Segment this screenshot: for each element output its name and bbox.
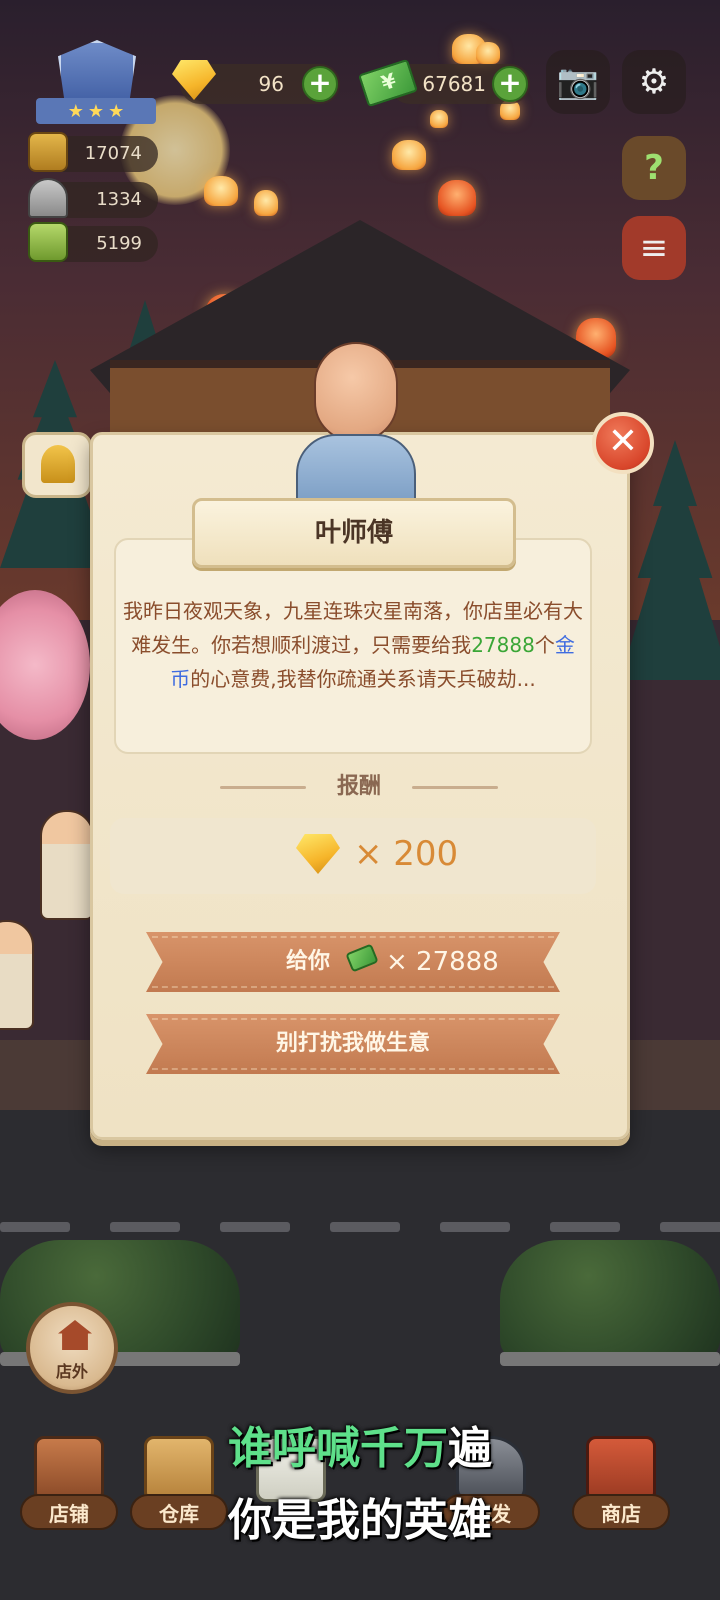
reward-box xyxy=(110,818,596,894)
menu-book-icon: ≡ xyxy=(639,228,669,268)
sky-lantern xyxy=(204,176,238,206)
add-gems-button[interactable]: + xyxy=(302,66,338,102)
sky-lantern xyxy=(476,42,500,64)
camera-button[interactable]: 📷 xyxy=(546,50,610,114)
npc-name: 叶师傅 xyxy=(314,518,393,548)
dismiss-button[interactable]: 别打扰我做生意 xyxy=(146,1014,560,1074)
road-marking xyxy=(550,1222,620,1232)
reward-amount: × 200 xyxy=(354,834,459,874)
dish-count: 1334 xyxy=(96,189,142,210)
road-marking xyxy=(660,1222,720,1232)
reward-header: 报酬 xyxy=(220,770,498,804)
gold-ingot-icon xyxy=(28,132,68,172)
rank-stars: ★ ★ ★ xyxy=(36,98,156,124)
outside-view-button[interactable]: 店外 xyxy=(26,1302,118,1394)
pay-amount: × 27888 xyxy=(386,947,499,977)
recipe-book-icon xyxy=(28,222,68,262)
message-text: 的心意费,我替你疏通关系请天兵破劫... xyxy=(190,667,536,691)
star-icon: ★ xyxy=(87,100,105,122)
road-marking xyxy=(330,1222,400,1232)
dismiss-label: 别打扰我做生意 xyxy=(275,1031,430,1056)
subtitle-highlight: 谁呼喊千万 xyxy=(228,1423,448,1474)
close-icon: ✕ xyxy=(607,421,639,462)
dish-counter: 1334 xyxy=(28,178,158,218)
message-text: 个 xyxy=(534,633,555,657)
menu-book-button[interactable]: ≡ xyxy=(622,216,686,280)
subtitle-line-2: 你是我的英雄 xyxy=(228,1495,492,1546)
npc-body xyxy=(296,434,416,502)
recipe-count: 5199 xyxy=(96,233,142,254)
cloche-icon xyxy=(28,178,68,218)
message-amount: 27888 xyxy=(471,633,535,657)
customer-npc[interactable] xyxy=(0,920,34,1030)
settings-button[interactable]: ⚙ xyxy=(622,50,686,114)
bell-icon[interactable] xyxy=(22,432,92,498)
restaurant-rank-badge[interactable]: ★ ★ ★ xyxy=(36,40,156,126)
help-book-icon: ? xyxy=(644,148,664,188)
road-marking xyxy=(440,1222,510,1232)
cash-count: 67681 xyxy=(422,72,486,96)
road-marking xyxy=(110,1222,180,1232)
add-cash-button[interactable]: + xyxy=(492,66,528,102)
gold-ingot-count: 17074 xyxy=(84,143,142,164)
npc-head xyxy=(314,342,398,442)
close-button[interactable]: ✕ xyxy=(592,412,654,474)
dialog-message: 我昨日夜观天象，九星连珠灾星南落，你店里必有大难发生。你若想顺利渡过，只需要给我… xyxy=(122,594,584,696)
hedge-bush xyxy=(500,1240,720,1360)
pay-button[interactable]: 给你 × 27888 xyxy=(146,932,560,992)
hedge-planter xyxy=(500,1352,720,1366)
recipe-counter: 5199 xyxy=(28,222,158,262)
subtitle-rest: 遍 xyxy=(448,1423,492,1474)
house-icon xyxy=(58,1320,92,1350)
gear-icon: ⚙ xyxy=(638,62,670,102)
sky-lantern xyxy=(430,110,448,128)
npc-name-banner: 叶师傅 xyxy=(192,498,516,568)
customer-npc[interactable] xyxy=(40,810,94,920)
sky-lantern xyxy=(254,190,278,216)
star-icon: ★ xyxy=(67,100,84,122)
gem-count: 96 xyxy=(258,72,284,96)
outside-label: 店外 xyxy=(55,1362,88,1381)
help-button[interactable]: ? xyxy=(622,136,686,200)
sky-lantern xyxy=(392,140,426,170)
npc-portrait xyxy=(296,342,416,502)
road-marking xyxy=(0,1222,70,1232)
star-icon: ★ xyxy=(108,100,125,122)
camera-icon: 📷 xyxy=(556,62,600,102)
subtitle-line-1: 谁呼喊千万遍 xyxy=(0,1412,720,1476)
sky-lantern xyxy=(438,180,476,216)
road-marking xyxy=(220,1222,290,1232)
pay-label: 给你 xyxy=(286,949,331,974)
gold-ingot-counter: 17074 xyxy=(28,132,158,172)
